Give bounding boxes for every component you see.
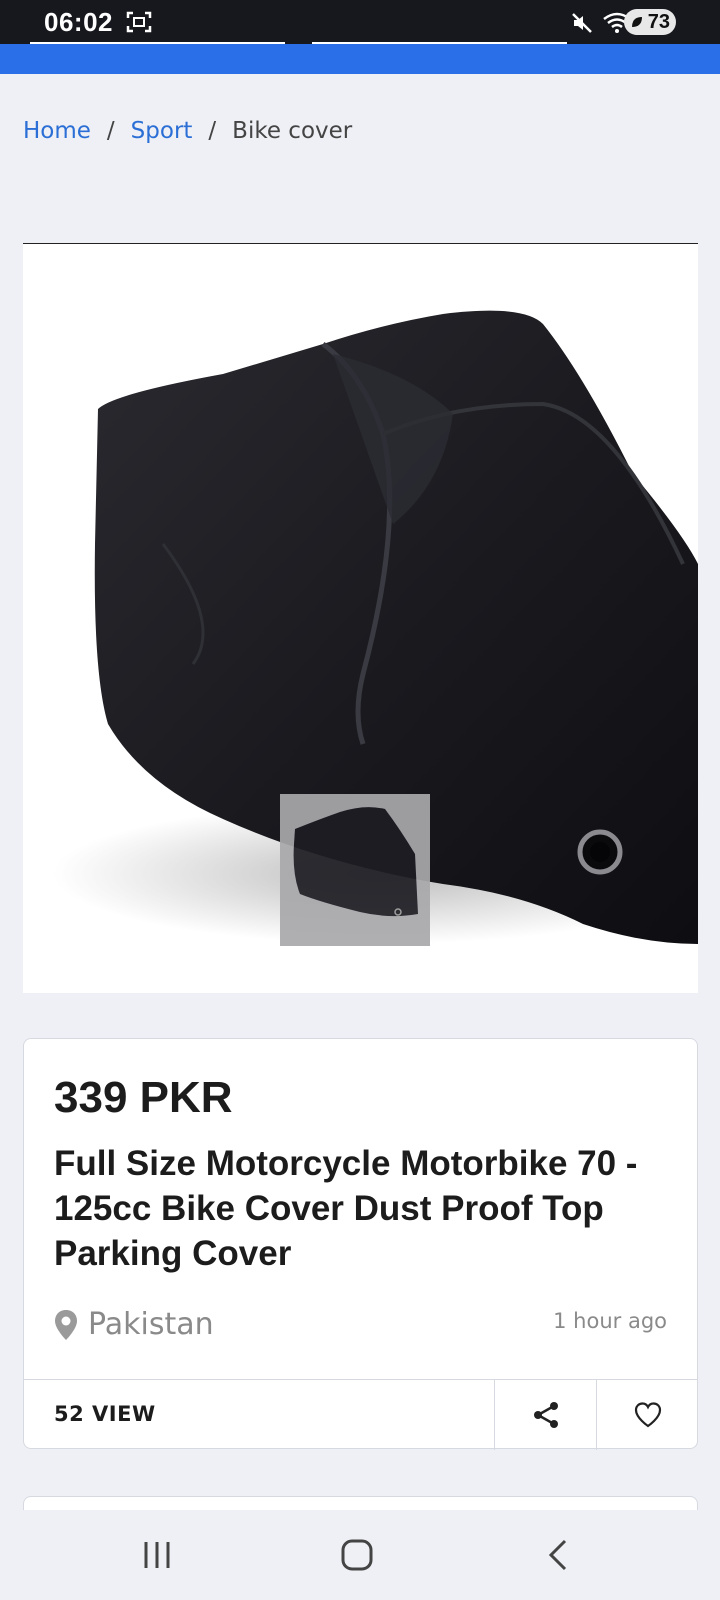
posted-time: 1 hour ago xyxy=(553,1309,667,1333)
thumbnail-illustration xyxy=(280,794,430,946)
home-button[interactable] xyxy=(327,1532,387,1578)
power-saving-icon xyxy=(632,17,642,27)
product-thumbnail[interactable] xyxy=(280,794,430,946)
breadcrumb-separator: / xyxy=(106,118,115,144)
card-footer: 52 VIEW xyxy=(24,1379,697,1450)
back-button[interactable] xyxy=(528,1532,588,1578)
breadcrumb-separator: / xyxy=(208,118,217,144)
battery-level: 73 xyxy=(647,10,670,33)
screenshot-icon xyxy=(126,11,152,33)
listing-card: 339 PKR Full Size Motorcycle Motorbike 7… xyxy=(23,1038,698,1450)
recent-apps-button[interactable] xyxy=(127,1532,187,1578)
location: Pakistan xyxy=(54,1307,214,1342)
mute-icon xyxy=(572,13,592,33)
header-divider xyxy=(312,42,567,44)
status-bar: 06:02 73 xyxy=(0,0,720,44)
breadcrumb: Home / Sport / Bike cover xyxy=(23,118,352,144)
share-button[interactable] xyxy=(494,1380,596,1450)
recent-apps-icon xyxy=(144,1542,170,1568)
share-icon xyxy=(533,1402,558,1428)
location-pin-icon xyxy=(55,1309,77,1340)
price: 339 PKR xyxy=(54,1073,233,1122)
location-text: Pakistan xyxy=(88,1307,214,1342)
favorite-button[interactable] xyxy=(596,1380,698,1450)
system-nav-bar xyxy=(0,1510,720,1600)
breadcrumb-current: Bike cover xyxy=(232,118,353,144)
breadcrumb-home[interactable]: Home xyxy=(23,118,91,144)
back-icon xyxy=(548,1539,567,1571)
battery-icon: 73 xyxy=(624,9,676,35)
header-divider xyxy=(30,42,285,44)
home-icon xyxy=(341,1539,373,1571)
breadcrumb-sport[interactable]: Sport xyxy=(131,118,193,144)
header-band xyxy=(0,44,720,74)
view-count: 52 VIEW xyxy=(54,1402,156,1426)
listing-title: Full Size Motorcycle Motorbike 70 - 125c… xyxy=(54,1144,638,1273)
heart-icon xyxy=(634,1402,661,1428)
status-time: 06:02 xyxy=(44,7,113,37)
